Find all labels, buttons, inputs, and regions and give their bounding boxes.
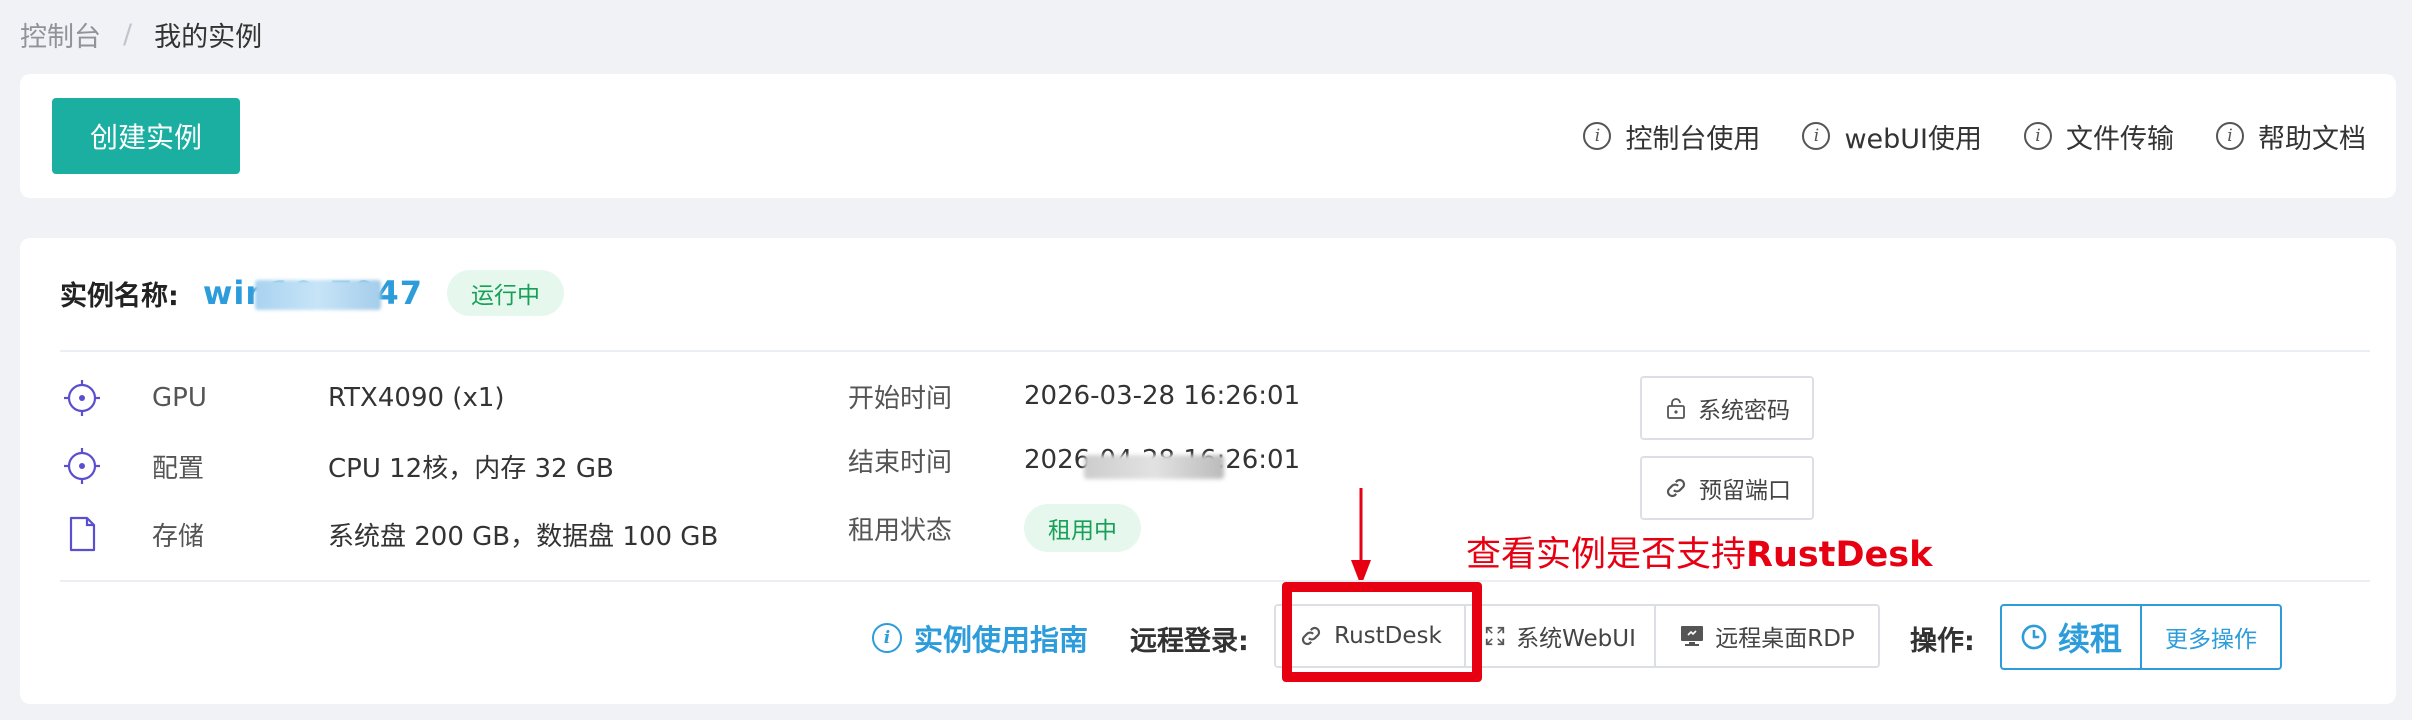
help-link-file-transfer[interactable]: i 文件传输	[2024, 117, 2174, 156]
remote-desktop-rdp-label: 远程桌面RDP	[1715, 626, 1855, 652]
instance-card: 实例名称: win10-7947 运行中 GPU RTX4090 (x1) 配置…	[20, 238, 2396, 704]
system-webui-button[interactable]: 系统WebUI	[1466, 606, 1656, 666]
spec-value: 系统盘 200 GB，数据盘 100 GB	[328, 521, 719, 552]
breadcrumb-current: 我的实例	[154, 21, 263, 53]
renew-label: 续租	[2057, 620, 2122, 658]
info-icon: i	[1583, 122, 1612, 150]
spec-key: GPU	[152, 383, 207, 413]
link-icon	[1302, 626, 1321, 646]
instance-name[interactable]: win10-7947	[203, 274, 423, 312]
spec-row-config: 配置 CPU 12核，内存 32 GB	[60, 444, 614, 488]
link-icon	[1666, 478, 1686, 498]
rent-status-label: 租用状态	[848, 515, 953, 546]
instance-guide-label: 实例使用指南	[914, 623, 1089, 657]
start-time-value: 2026-03-28 16:26:01	[1024, 381, 1301, 411]
info-icon: i	[2216, 122, 2244, 150]
info-icon: i	[872, 623, 902, 653]
rustdesk-label: RustDesk	[1334, 623, 1442, 649]
help-link-label: 文件传输	[2066, 123, 2174, 155]
spec-row-storage: 存储 系统盘 200 GB，数据盘 100 GB	[60, 512, 718, 556]
instance-name-label: 实例名称:	[60, 280, 179, 312]
storage-icon	[60, 512, 104, 556]
breadcrumb-root[interactable]: 控制台	[20, 15, 101, 54]
operations-group: 续租 更多操作	[2000, 604, 2282, 670]
help-link-webui[interactable]: i webUI使用	[1802, 117, 1982, 156]
reserved-ports-button[interactable]: 预留端口	[1640, 456, 1814, 520]
rustdesk-button[interactable]: RustDesk	[1276, 606, 1466, 666]
system-password-label: 系统密码	[1698, 398, 1790, 424]
help-links: i 控制台使用 i webUI使用 i 文件传输 i 帮助文档	[1583, 112, 2366, 160]
help-link-console[interactable]: i 控制台使用	[1583, 117, 1760, 156]
monitor-icon	[1681, 626, 1704, 646]
remote-login-group: RustDesk 系统WebUI 远程桌面RDP	[1274, 604, 1880, 668]
create-instance-button[interactable]: 创建实例	[52, 98, 240, 174]
instance-guide-link[interactable]: i 实例使用指南	[872, 616, 1088, 660]
spec-row-gpu: GPU RTX4090 (x1)	[60, 376, 505, 420]
renew-button[interactable]: 续租	[2002, 606, 2142, 668]
expand-icon	[1485, 626, 1505, 646]
annotation-arrow-icon	[1351, 488, 1371, 586]
info-icon: i	[1802, 122, 1831, 150]
info-icon: i	[2024, 122, 2052, 150]
status-badge: 运行中	[447, 270, 564, 316]
help-link-docs[interactable]: i 帮助文档	[2216, 117, 2366, 156]
system-webui-label: 系统WebUI	[1516, 626, 1636, 652]
more-operations-button[interactable]: 更多操作	[2142, 606, 2280, 668]
rent-status-badge: 租用中	[1024, 504, 1141, 552]
clock-icon	[2021, 624, 2047, 650]
remote-login-label: 远程登录:	[1130, 625, 1249, 657]
reserved-ports-label: 预留端口	[1699, 478, 1791, 504]
redaction-blur	[254, 280, 381, 310]
system-password-button[interactable]: 系统密码	[1640, 376, 1814, 440]
lock-icon	[1667, 398, 1685, 419]
spec-value: CPU 12核，内存 32 GB	[328, 453, 614, 484]
operations-label: 操作:	[1910, 625, 1975, 657]
divider	[60, 350, 2370, 352]
instance-header: 实例名称: win10-7947 运行中	[60, 268, 564, 318]
remote-desktop-rdp-button[interactable]: 远程桌面RDP	[1656, 606, 1878, 666]
spec-key: 配置	[152, 453, 205, 484]
end-time-label: 结束时间	[848, 447, 953, 478]
end-time-value: 2026-04-28 16:26:01	[1024, 445, 1300, 479]
spec-value: RTX4090 (x1)	[328, 383, 505, 413]
gpu-icon	[60, 376, 104, 420]
breadcrumb-separator: /	[123, 18, 133, 50]
cpu-icon	[60, 444, 104, 488]
start-time-label: 开始时间	[848, 383, 953, 414]
breadcrumb: 控制台 / 我的实例	[20, 14, 262, 54]
annotation-text: 查看实例是否支持RustDesk	[1466, 535, 1933, 575]
divider	[60, 580, 2370, 582]
spec-key: 存储	[152, 521, 205, 552]
help-link-label: 帮助文档	[2258, 123, 2366, 155]
help-link-label: webUI使用	[1844, 123, 1982, 155]
toolbar-card: 创建实例 i 控制台使用 i webUI使用 i 文件传输 i 帮助文档	[20, 74, 2396, 198]
redaction-blur	[1084, 455, 1224, 479]
help-link-label: 控制台使用	[1625, 123, 1761, 155]
